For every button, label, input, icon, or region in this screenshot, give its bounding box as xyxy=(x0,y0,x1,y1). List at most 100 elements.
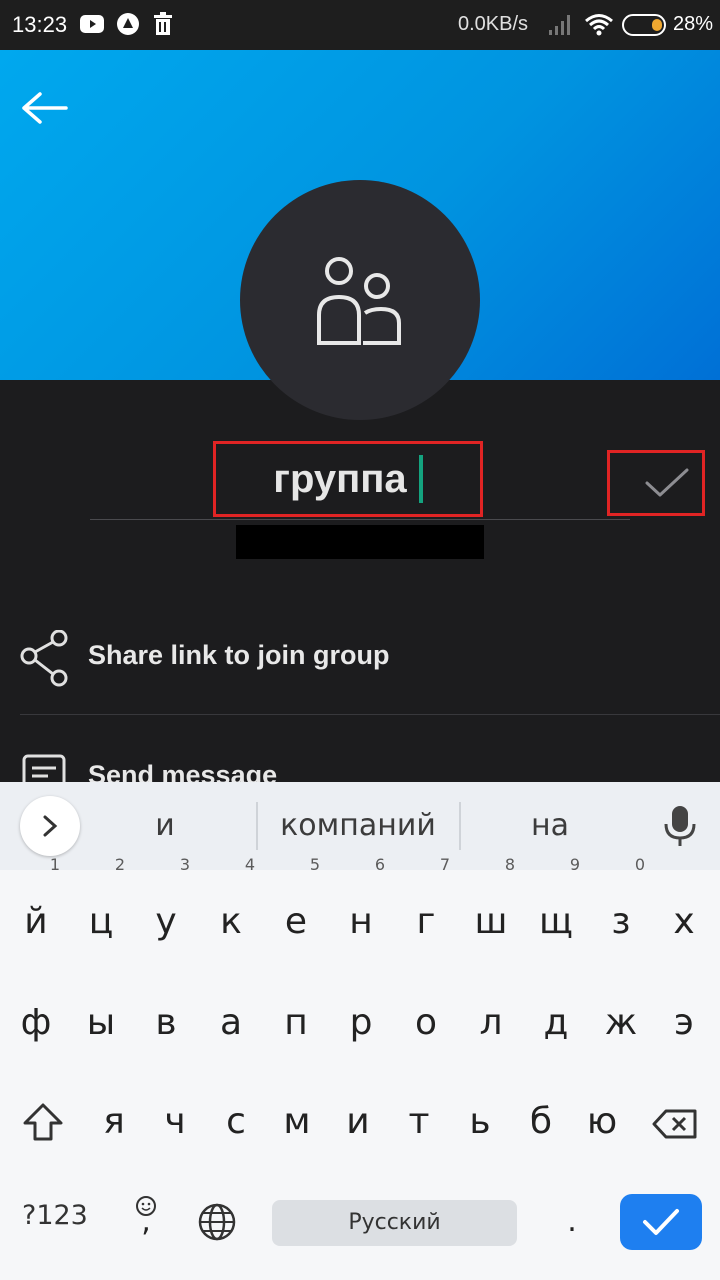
key[interactable]: и xyxy=(326,1079,390,1165)
key-hint: 3 xyxy=(179,855,190,874)
group-name-value: группа xyxy=(273,456,407,501)
share-link-row[interactable]: Share link to join group xyxy=(0,620,720,700)
key-label: е xyxy=(284,901,308,942)
key[interactable]: ы xyxy=(69,980,133,1066)
comma-key[interactable]: , xyxy=(114,1192,178,1252)
key-hint: 1 xyxy=(49,855,60,874)
key[interactable]: й1 xyxy=(4,855,68,965)
key[interactable]: в xyxy=(134,980,198,1066)
key[interactable]: ф xyxy=(4,980,68,1066)
wifi-icon xyxy=(585,14,613,36)
key-label: ш xyxy=(474,901,508,942)
key[interactable]: ш8 xyxy=(459,855,523,965)
group-name-input[interactable]: группа xyxy=(216,444,480,514)
youtube-icon xyxy=(80,15,104,33)
redacted-block xyxy=(236,525,484,559)
share-link-label: Share link to join group xyxy=(88,640,390,670)
text-cursor xyxy=(418,455,423,503)
key[interactable]: я xyxy=(82,1079,146,1165)
shift-icon[interactable] xyxy=(22,1102,64,1142)
share-icon xyxy=(20,630,68,687)
back-button[interactable] xyxy=(20,88,70,128)
key[interactable]: д xyxy=(524,980,588,1066)
chevron-right-icon xyxy=(43,815,58,837)
key[interactable]: т xyxy=(387,1079,451,1165)
key[interactable]: р xyxy=(329,980,393,1066)
notification-icon xyxy=(117,13,139,35)
symbols-key[interactable]: ?123 xyxy=(22,1200,88,1231)
suggestion-2[interactable]: компаний xyxy=(268,808,448,843)
key[interactable]: х xyxy=(652,879,716,965)
key[interactable]: з0 xyxy=(589,855,653,965)
key-label: к xyxy=(220,901,242,942)
checkmark-icon xyxy=(643,1209,679,1235)
suggestion-3[interactable]: на xyxy=(520,808,580,843)
signal-icon xyxy=(549,15,570,35)
send-message-row[interactable]: Send message xyxy=(0,748,720,782)
key[interactable]: щ9 xyxy=(524,855,588,965)
key[interactable]: ь xyxy=(448,1079,512,1165)
key[interactable]: о xyxy=(394,980,458,1066)
key[interactable]: ц2 xyxy=(69,855,133,965)
key[interactable]: ю xyxy=(570,1079,634,1165)
checkmark-icon xyxy=(645,468,689,497)
suggestion-1[interactable]: и xyxy=(150,808,180,843)
key-hint: 2 xyxy=(114,855,125,874)
key-label: н xyxy=(349,901,373,942)
key[interactable]: ж xyxy=(589,980,653,1066)
trash-icon xyxy=(154,12,172,35)
suggestion-bar: и компаний на xyxy=(0,782,720,870)
key[interactable]: л xyxy=(459,980,523,1066)
key[interactable]: м xyxy=(265,1079,329,1165)
backspace-icon[interactable] xyxy=(652,1108,698,1140)
key[interactable]: у3 xyxy=(134,855,198,965)
key-label: у xyxy=(155,901,177,942)
key-label: х xyxy=(673,901,695,942)
suggestion-separator xyxy=(256,802,258,850)
key-hint: 8 xyxy=(504,855,515,874)
key[interactable]: н6 xyxy=(329,855,393,965)
key[interactable]: п xyxy=(264,980,328,1066)
suggestion-separator xyxy=(459,802,461,850)
confirm-name-button[interactable] xyxy=(607,450,705,516)
key[interactable]: б xyxy=(509,1079,573,1165)
space-key[interactable]: Русский xyxy=(272,1200,517,1246)
key[interactable]: а xyxy=(199,980,263,1066)
key-label: й xyxy=(24,901,48,942)
key-hint: 6 xyxy=(374,855,385,874)
key-hint: 0 xyxy=(634,855,645,874)
battery-icon xyxy=(622,14,666,36)
keyboard: и компаний на й1 ц2 у3 к4 е5 н6 г7 ш8 щ9… xyxy=(0,782,720,1280)
key[interactable]: г7 xyxy=(394,855,458,965)
send-message-label: Send message xyxy=(88,760,278,782)
status-bar: 13:23 0.0KB/s 28% xyxy=(0,0,720,50)
period-key[interactable]: . xyxy=(540,1192,604,1252)
group-icon xyxy=(317,257,401,345)
battery-percent: 28% xyxy=(673,13,714,35)
done-key[interactable] xyxy=(620,1194,702,1250)
microphone-icon[interactable] xyxy=(662,804,698,848)
key-label: з xyxy=(611,901,631,942)
key-hint: 7 xyxy=(439,855,450,874)
name-underline xyxy=(90,519,630,520)
key-hint: 5 xyxy=(309,855,320,874)
key[interactable]: к4 xyxy=(199,855,263,965)
key-hint: 4 xyxy=(244,855,255,874)
key[interactable]: э xyxy=(652,980,716,1066)
key-label: щ xyxy=(539,901,573,942)
arrow-left-icon xyxy=(22,92,68,124)
network-speed: 0.0KB/s xyxy=(458,13,529,35)
key[interactable]: ч xyxy=(143,1079,207,1165)
status-time: 13:23 xyxy=(12,12,68,37)
key-label: г xyxy=(416,901,436,942)
message-icon xyxy=(22,754,66,782)
key-hint: 9 xyxy=(569,855,580,874)
group-name-field[interactable]: группа xyxy=(213,441,483,517)
group-avatar[interactable] xyxy=(240,180,480,420)
divider xyxy=(20,714,720,715)
key[interactable]: е5 xyxy=(264,855,328,965)
key-label: ц xyxy=(88,901,114,942)
globe-icon[interactable] xyxy=(197,1202,237,1242)
expand-toolbar-button[interactable] xyxy=(20,796,80,856)
key[interactable]: с xyxy=(204,1079,268,1165)
